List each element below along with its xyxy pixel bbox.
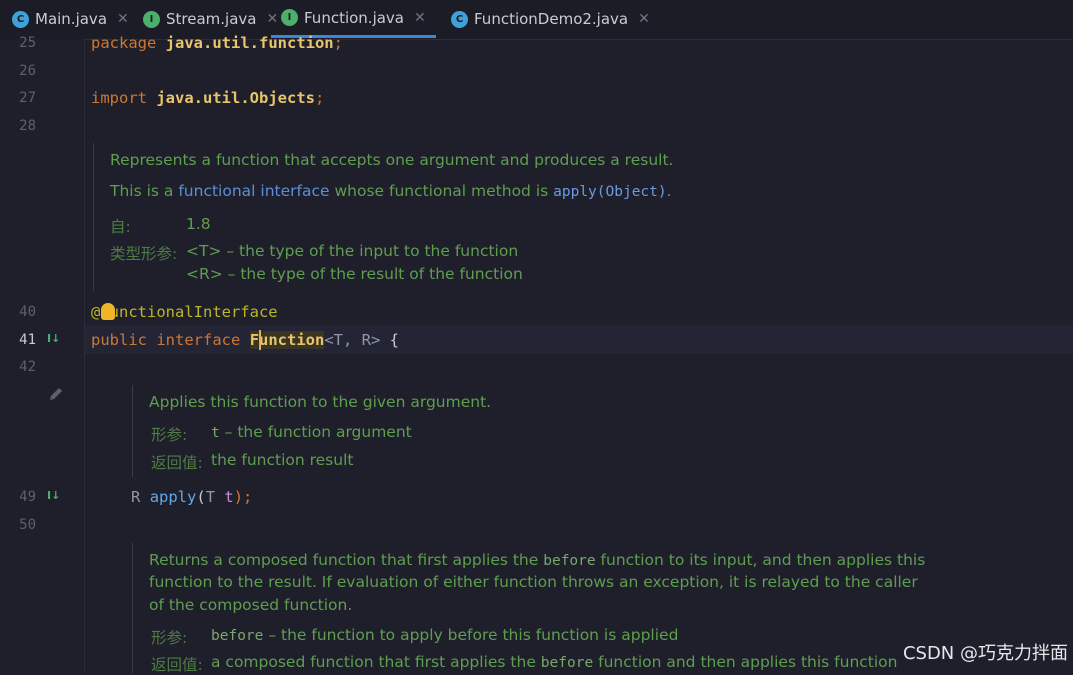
line-number: 40: [19, 304, 36, 320]
params-label: 形参:: [151, 426, 188, 444]
keyword: package: [91, 34, 157, 52]
returns-label: 返回值:: [151, 454, 203, 472]
code-ref: before: [540, 655, 594, 671]
line-number: 25: [19, 35, 36, 51]
since-value: 1.8: [186, 215, 211, 233]
class-icon: C: [12, 10, 29, 28]
doc-text: Returns a composed function that first a…: [149, 551, 544, 569]
param-type: T: [205, 488, 216, 506]
since-label: 自:: [110, 218, 131, 236]
paren: (: [196, 488, 206, 506]
doc-text: .: [666, 182, 672, 200]
interface-icon: I: [143, 10, 160, 28]
param-name: t: [211, 425, 220, 441]
keyword: interface: [156, 331, 241, 349]
returns-text: the function result: [211, 451, 354, 469]
tab-functiondemo2-java[interactable]: C FunctionDemo2.java ✕: [451, 0, 650, 38]
return-type: R: [131, 488, 141, 506]
lightbulb-icon[interactable]: [101, 303, 115, 320]
doc-summary: Represents a function that accepts one a…: [110, 151, 674, 169]
javadoc-apply: Applies this function to the given argum…: [132, 385, 733, 477]
functional-interface-link[interactable]: functional interface: [178, 182, 329, 200]
param-name: t: [215, 488, 234, 506]
brace: {: [380, 331, 400, 349]
doc-line: This is a functional interface whose fun…: [110, 182, 672, 200]
close-icon[interactable]: ✕: [638, 11, 650, 27]
line-number: 50: [19, 517, 36, 533]
code-line-41[interactable]: public interface Function<T, R> {: [91, 330, 399, 350]
line-number: 26: [19, 63, 36, 79]
javadoc-compose: Returns a composed function that first a…: [132, 543, 925, 674]
implemented-marker-icon[interactable]: I↓: [47, 332, 60, 345]
text-caret: [259, 330, 261, 350]
line-number: 42: [19, 359, 36, 375]
method-name: apply: [149, 488, 197, 506]
javadoc-class: Represents a function that accepts one a…: [93, 143, 794, 291]
tab-label: FunctionDemo2.java: [474, 10, 629, 28]
doc-text: whose functional method is: [329, 182, 554, 200]
param-desc: – the function to apply before this func…: [263, 626, 679, 644]
tab-label: Stream.java: [166, 10, 257, 28]
line-number: 28: [19, 118, 36, 134]
csdn-watermark: CSDN @巧克力拌面: [902, 643, 1068, 664]
implemented-marker-icon[interactable]: I↓: [47, 489, 60, 502]
doc-line: of the composed function.: [149, 596, 353, 614]
semicolon: ;: [333, 34, 343, 52]
tab-label: Function.java: [304, 8, 404, 27]
line-number: 41: [19, 332, 36, 348]
type-param-t: <T> – the type of the input to the funct…: [186, 242, 519, 260]
param-desc: – the function argument: [219, 423, 412, 441]
param-before: before – the function to apply before th…: [211, 626, 678, 644]
close-icon[interactable]: ✕: [414, 10, 426, 26]
close-icon[interactable]: ✕: [117, 11, 129, 27]
line-number: 49: [19, 489, 36, 505]
type-param-r: <R> – the type of the result of the func…: [186, 265, 523, 283]
class-icon: C: [451, 10, 468, 28]
doc-line: Returns a composed function that first a…: [149, 551, 925, 569]
keyword: public: [91, 331, 147, 349]
returns-label: 返回值:: [151, 656, 203, 674]
type-params-label: 类型形参:: [110, 245, 178, 263]
doc-text: This is a: [110, 182, 179, 200]
semicolon: ;: [314, 89, 325, 107]
code-ref: before: [543, 553, 596, 569]
code-line-27[interactable]: import java.util.Objects;: [91, 88, 324, 108]
doc-text: function and then applies this function: [593, 653, 898, 671]
doc-summary: Applies this function to the given argum…: [149, 393, 492, 411]
param-name: before: [211, 628, 264, 644]
code-line-49[interactable]: R apply(T t);: [131, 487, 252, 507]
param-t: t – the function argument: [211, 423, 412, 441]
import-name: java.util.Objects: [156, 89, 315, 107]
returns-text: a composed function that first applies t…: [211, 653, 898, 671]
line-number: 27: [19, 90, 36, 106]
code-line-40[interactable]: @FunctionalInterface: [91, 302, 278, 322]
doc-text: function to its input, and then applies …: [595, 551, 926, 569]
params-label: 形参:: [151, 629, 188, 647]
edit-pencil-icon[interactable]: [48, 386, 64, 402]
doc-text: a composed function that first applies t…: [211, 653, 541, 671]
line-number-gutter[interactable]: 25 26 27 28 40 41 I↓ 42 49 I↓ 50: [0, 35, 85, 673]
tab-label: Main.java: [35, 10, 108, 28]
type-params: <T, R>: [324, 331, 381, 349]
keyword: import: [91, 89, 147, 107]
interface-icon: I: [281, 9, 298, 26]
code-line-25[interactable]: package java.util.function;: [91, 33, 343, 53]
doc-line: function to the result. If evaluation of…: [149, 573, 918, 591]
package-name: java.util.function: [165, 34, 334, 52]
apply-method-link[interactable]: apply(Object): [553, 184, 667, 200]
statement-end: );: [233, 488, 253, 506]
